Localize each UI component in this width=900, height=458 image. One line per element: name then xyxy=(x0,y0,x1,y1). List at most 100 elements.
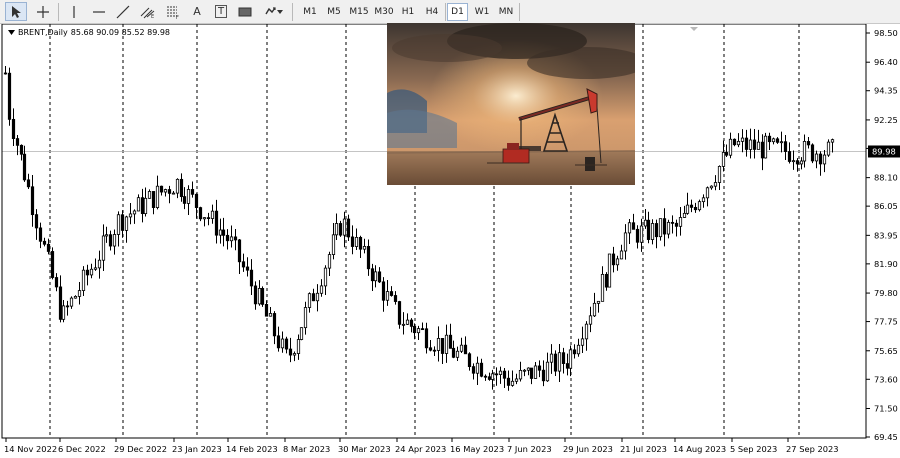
candle-body xyxy=(73,295,78,299)
x-tick-label: 24 Apr 2023 xyxy=(395,444,446,454)
candle-body xyxy=(635,228,640,243)
candle-body xyxy=(802,141,807,162)
candle-body xyxy=(494,373,499,376)
candle-body xyxy=(713,182,718,187)
cursor-tool-button[interactable] xyxy=(5,2,27,21)
candle-body xyxy=(370,268,375,282)
symbol-dropdown-arrow-icon[interactable] xyxy=(8,29,15,36)
text-tool-icon: A xyxy=(193,5,201,18)
candle-body xyxy=(475,362,480,374)
y-tick-label: 96.40 xyxy=(874,57,898,67)
timeframe-m1[interactable]: M1 xyxy=(299,3,321,21)
trendline-tool-button[interactable] xyxy=(112,2,134,21)
candle-body xyxy=(631,222,636,230)
candle-body xyxy=(202,217,207,220)
candle-body xyxy=(826,141,831,156)
period-separator-marker xyxy=(690,27,698,31)
timeframe-d1[interactable]: D1 xyxy=(447,3,468,21)
timeframe-w1[interactable]: W1 xyxy=(471,3,493,21)
text-tool-button[interactable]: A xyxy=(186,2,208,21)
rectangle-tool-button[interactable] xyxy=(234,2,256,21)
symbol-ohlc: 85.68 90.09 85.52 89.98 xyxy=(70,28,171,37)
candle-body xyxy=(143,197,148,215)
horizontal-line-tool-icon xyxy=(93,10,105,13)
y-tick-label: 77.75 xyxy=(874,317,898,327)
candle-body xyxy=(104,234,109,237)
timeframe-h4[interactable]: H4 xyxy=(421,3,443,21)
candle-body xyxy=(190,189,195,195)
candle-body xyxy=(487,376,492,380)
candle-body xyxy=(623,232,628,252)
candle-body xyxy=(771,138,776,143)
candle-body xyxy=(568,349,573,369)
candle-body xyxy=(151,191,156,208)
candle-body xyxy=(241,261,246,268)
channels-tool-button[interactable]: E xyxy=(137,2,159,21)
candle-body xyxy=(607,253,612,288)
candle-body xyxy=(444,334,449,354)
candle-body xyxy=(26,179,31,188)
timeframe-m30[interactable]: M30 xyxy=(372,3,396,21)
x-tick-label: 21 Jul 2023 xyxy=(620,444,667,454)
candle-body xyxy=(85,269,90,276)
candle-body xyxy=(557,352,562,372)
candle-body xyxy=(526,367,531,371)
candle-body xyxy=(744,137,749,150)
candle-body xyxy=(401,323,406,326)
candle-body xyxy=(280,338,285,349)
timeframe-mn[interactable]: MN xyxy=(495,3,517,21)
arrows-tool-button[interactable] xyxy=(259,2,287,21)
candle-body xyxy=(393,295,398,302)
y-tick-label: 92.25 xyxy=(874,115,898,125)
candle-body xyxy=(397,301,402,325)
candle-body xyxy=(510,380,515,386)
candle-body xyxy=(15,138,20,146)
rectangle-tool-icon xyxy=(238,7,252,16)
candle-body xyxy=(171,192,176,195)
vertical-line-tool-button[interactable] xyxy=(63,2,85,21)
candle-body xyxy=(245,266,250,271)
candle-body xyxy=(69,297,74,307)
symbol-name: BRENT,Daily xyxy=(18,28,68,37)
fibonacci-tool-button[interactable]: F xyxy=(162,2,184,21)
timeframe-h1[interactable]: H1 xyxy=(397,3,419,21)
current-price-label: 89.98 xyxy=(872,146,896,156)
x-tick-label: 16 May 2023 xyxy=(450,444,504,454)
svg-text:F: F xyxy=(176,15,179,19)
toolbar-separator xyxy=(445,3,446,21)
candle-body xyxy=(38,227,43,242)
candle-body xyxy=(467,353,472,368)
candle-body xyxy=(101,235,106,261)
candle-body xyxy=(514,378,519,382)
candle-body xyxy=(674,222,679,227)
candle-body xyxy=(61,305,66,320)
candle-body xyxy=(576,344,581,355)
timeframe-m15[interactable]: M15 xyxy=(347,3,371,21)
toolbar-separator xyxy=(292,3,293,21)
candle-body xyxy=(428,347,433,351)
candle-body xyxy=(463,344,468,355)
candle-body xyxy=(350,236,355,247)
candle-body xyxy=(740,137,745,142)
candle-body xyxy=(58,286,63,320)
crosshair-tool-button[interactable] xyxy=(32,2,54,21)
candle-body xyxy=(775,138,780,143)
text-label-tool-button[interactable]: T xyxy=(210,2,232,21)
candle-body xyxy=(112,234,117,247)
candle-body xyxy=(806,141,811,146)
y-tick-label: 94.35 xyxy=(874,86,898,96)
candle-body xyxy=(225,234,230,242)
timeframe-m5[interactable]: M5 xyxy=(323,3,345,21)
horizontal-line-tool-button[interactable] xyxy=(88,2,110,21)
candle-body xyxy=(362,246,367,250)
candle-body xyxy=(732,138,737,146)
candle-body xyxy=(54,277,59,288)
candle-body xyxy=(257,288,262,305)
candle-body xyxy=(451,347,456,358)
candle-body xyxy=(432,349,437,352)
candle-body xyxy=(643,219,648,227)
candle-body xyxy=(724,152,729,156)
candle-body xyxy=(327,254,332,269)
y-tick-label: 69.45 xyxy=(874,432,898,442)
candle-body xyxy=(533,365,538,379)
